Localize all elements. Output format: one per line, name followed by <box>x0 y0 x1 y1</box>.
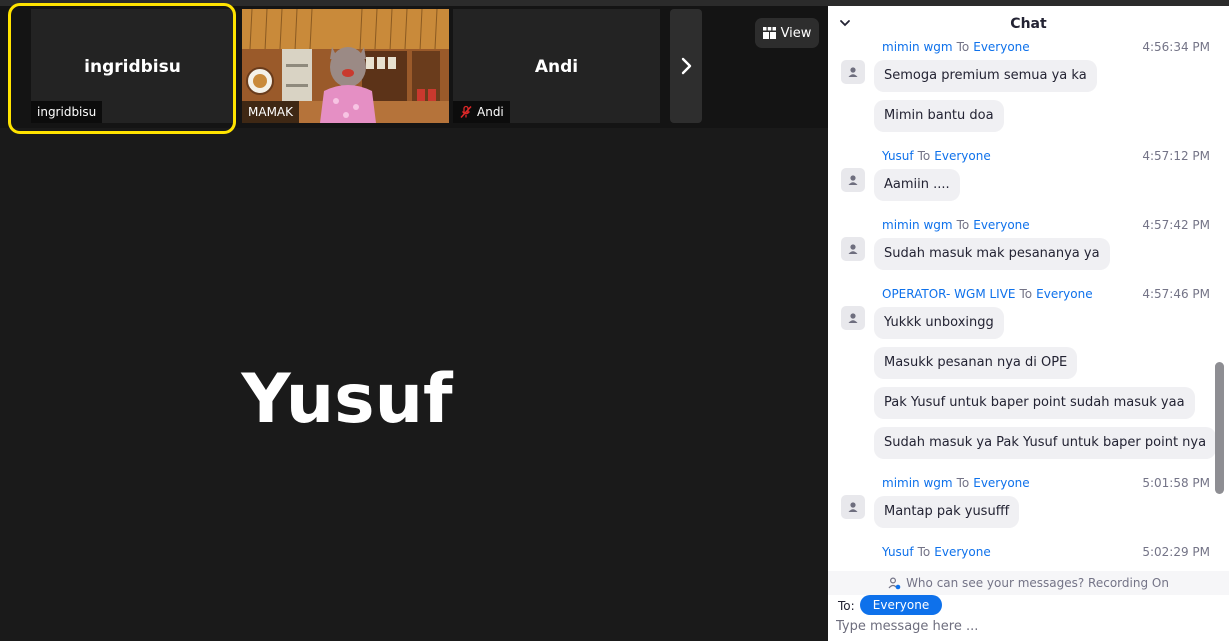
video-strip: ingridbisu ingridbisu MAMAK Andi Andi Vi… <box>0 6 828 128</box>
chat-sender[interactable]: mimin wgm <box>882 40 953 54</box>
avatar <box>841 60 865 84</box>
chat-to: To <box>956 218 970 232</box>
participant-name: Andi <box>534 57 579 77</box>
participant-tile-ingridbisu[interactable]: ingridbisu ingridbisu <box>31 9 234 123</box>
user-icon <box>848 175 858 185</box>
user-icon <box>848 502 858 512</box>
view-button[interactable]: View <box>755 18 819 48</box>
avatar <box>841 168 865 192</box>
chat-bubble: Mimin bantu doa <box>874 100 1004 132</box>
avatar <box>841 306 865 330</box>
chat-recipient[interactable]: Everyone <box>934 149 990 163</box>
chat-sender[interactable]: mimin wgm <box>882 476 953 490</box>
participant-tile-andi[interactable]: Andi Andi <box>453 9 660 123</box>
next-page-button[interactable] <box>670 9 702 123</box>
chat-message-meta: Yusuf To Everyone <box>882 545 991 559</box>
chat-scrollbar[interactable] <box>1215 362 1224 494</box>
chat-to: To <box>956 476 970 490</box>
mic-muted-icon <box>460 105 472 119</box>
participant-label-text: MAMAK <box>248 105 293 119</box>
participant-name: ingridbisu <box>84 57 181 77</box>
chat-bubble: Aamiin .... <box>874 169 960 201</box>
chat-to: To <box>917 545 931 559</box>
chat-timestamp: 5:02:29 PM <box>1142 545 1210 559</box>
meeting-window: ingridbisu ingridbisu MAMAK Andi Andi Vi… <box>0 0 1229 641</box>
chat-message-meta: mimin wgm To Everyone <box>882 218 1030 232</box>
chat-panel: Chat mimin wgm To Everyone 4:56:34 PM Semo… <box>828 6 1229 641</box>
chat-recipient[interactable]: Everyone <box>973 40 1029 54</box>
chat-recipient[interactable]: Everyone <box>973 218 1029 232</box>
chat-header: Chat <box>828 6 1229 42</box>
participant-label: MAMAK <box>242 101 299 123</box>
recipient-select[interactable]: Everyone <box>860 595 942 615</box>
who-can-see-text: Who can see your messages? Recording On <box>906 576 1169 590</box>
message-input[interactable] <box>836 616 1216 636</box>
chevron-right-icon <box>681 57 692 75</box>
to-label: To: <box>838 599 855 613</box>
chat-timestamp: 4:57:46 PM <box>1142 287 1210 301</box>
participant-tile-mamak[interactable]: MAMAK <box>242 9 449 123</box>
chat-timestamp: 4:57:12 PM <box>1142 149 1210 163</box>
user-icon <box>848 67 858 77</box>
main-speaker-name: Yusuf <box>241 360 453 439</box>
user-icon <box>848 244 858 254</box>
who-can-see-banner[interactable]: Who can see your messages? Recording On <box>828 571 1229 595</box>
chat-sender[interactable]: mimin wgm <box>882 218 953 232</box>
chat-to: To <box>1019 287 1033 301</box>
chat-recipient[interactable]: Everyone <box>934 545 990 559</box>
chat-sender[interactable]: OPERATOR- WGM LIVE <box>882 287 1016 301</box>
chat-to: To <box>917 149 931 163</box>
chat-message-meta: mimin wgm To Everyone <box>882 40 1030 54</box>
chat-to: To <box>956 40 970 54</box>
participant-label-text: Andi <box>477 105 504 119</box>
view-button-label: View <box>780 25 812 41</box>
chat-bubble: Sudah masuk ya Pak Yusuf untuk baper poi… <box>874 427 1217 459</box>
chat-message-meta: mimin wgm To Everyone <box>882 476 1030 490</box>
chat-sender[interactable]: Yusuf <box>882 149 914 163</box>
participant-label-text: ingridbisu <box>37 105 97 119</box>
chat-bubble: Sudah masuk mak pesananya ya <box>874 238 1110 270</box>
chat-bubble: Pak Yusuf untuk baper point sudah masuk … <box>874 387 1195 419</box>
user-eye-icon <box>888 576 901 589</box>
grid-view-icon <box>762 27 776 39</box>
chat-message-meta: OPERATOR- WGM LIVE To Everyone <box>882 287 1093 301</box>
chat-bubble: Masukk pesanan nya di OPE <box>874 347 1078 379</box>
user-icon <box>848 313 858 323</box>
chat-sender[interactable]: Yusuf <box>882 545 914 559</box>
participant-label: ingridbisu <box>31 101 103 123</box>
avatar <box>841 495 865 519</box>
chat-timestamp: 5:01:58 PM <box>1142 476 1210 490</box>
chat-recipient[interactable]: Everyone <box>973 476 1029 490</box>
chat-recipient[interactable]: Everyone <box>1036 287 1092 301</box>
avatar <box>841 237 865 261</box>
participant-label: Andi <box>453 101 510 123</box>
chat-bubble: Mantap pak yusufff <box>874 496 1020 528</box>
chat-message-meta: Yusuf To Everyone <box>882 149 991 163</box>
chat-timestamp: 4:56:34 PM <box>1142 40 1210 54</box>
chat-timestamp: 4:57:42 PM <box>1142 218 1210 232</box>
chat-bubble: Yukkk unboxingg <box>874 307 1004 339</box>
chat-title: Chat <box>1010 16 1047 32</box>
chat-bubble: Semoga premium semua ya ka <box>874 60 1097 92</box>
